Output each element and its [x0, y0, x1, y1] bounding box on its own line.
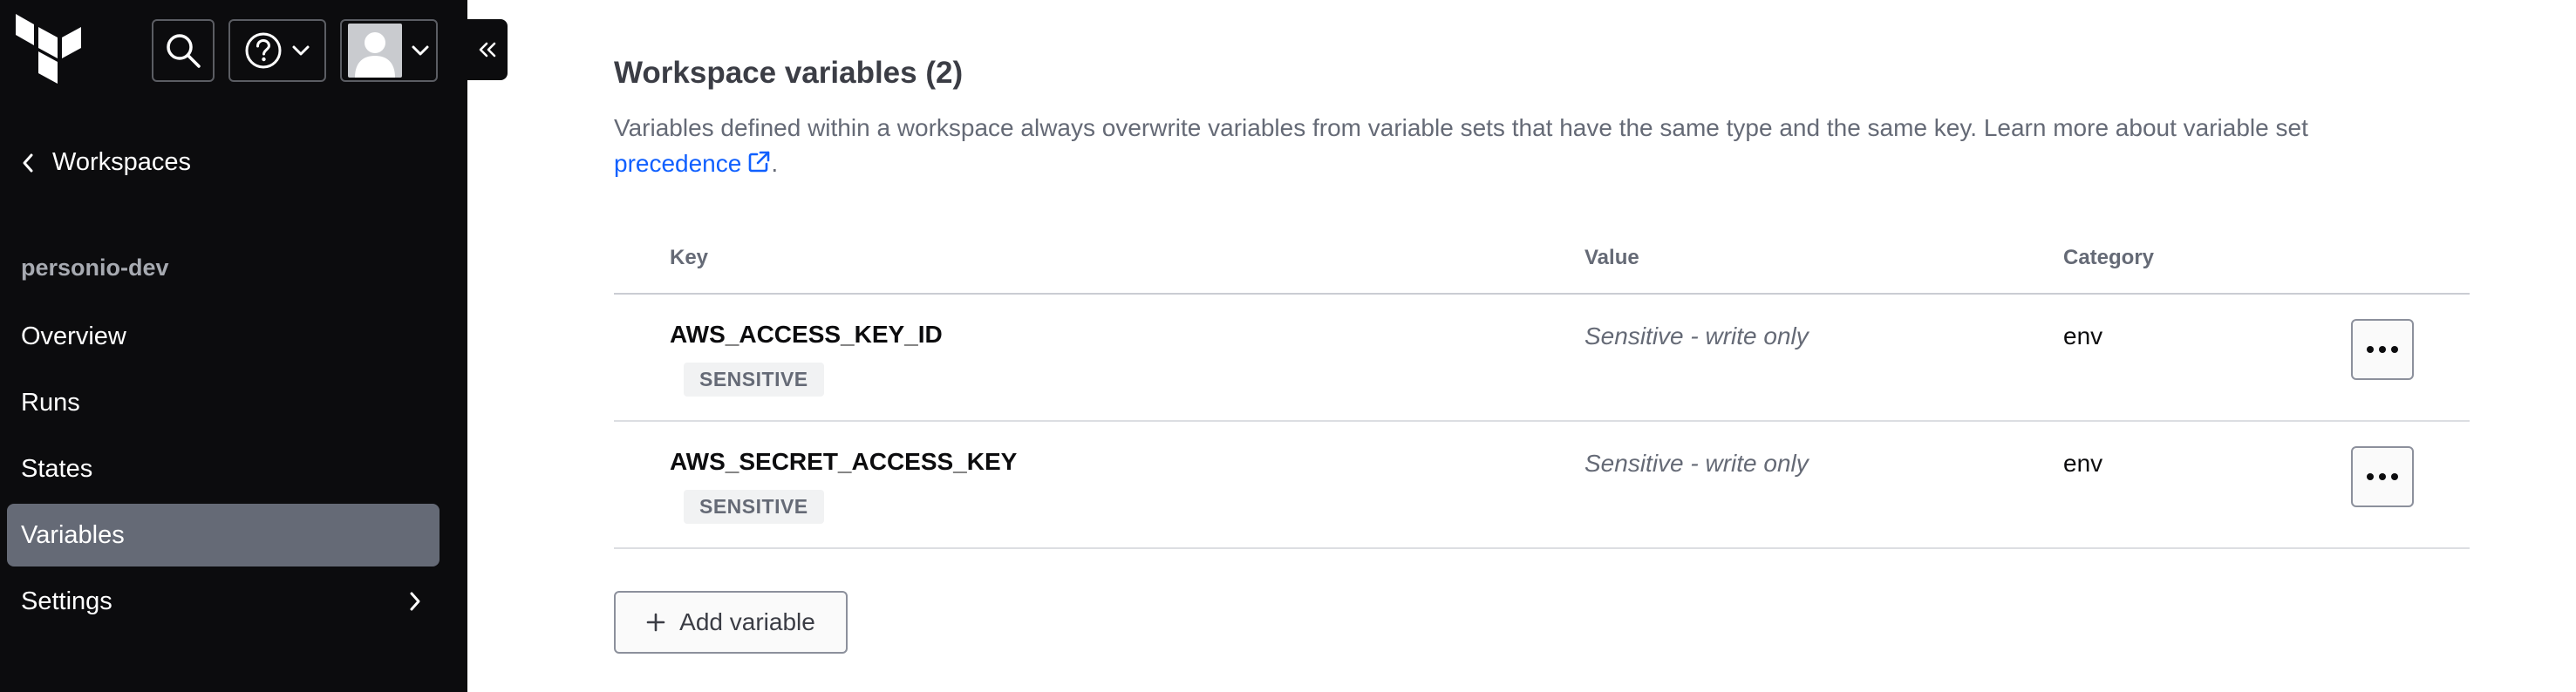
terraform-logo-icon[interactable]: [16, 14, 82, 85]
precedence-link[interactable]: precedence: [614, 150, 771, 177]
chevron-down-icon: [292, 45, 310, 56]
back-to-workspaces-link[interactable]: Workspaces: [21, 148, 191, 177]
sidebar-item-states[interactable]: States: [7, 438, 440, 500]
page-title: Workspace variables (2): [614, 56, 964, 90]
variable-category: env: [2063, 450, 2103, 477]
add-variable-button[interactable]: Add variable: [614, 591, 848, 654]
sidebar-item-runs[interactable]: Runs: [7, 371, 440, 434]
description-suffix: .: [771, 150, 779, 177]
chevron-left-icon: [23, 153, 33, 172]
sidebar-item-label: Settings: [21, 587, 112, 615]
double-chevron-left-icon: [479, 42, 496, 58]
precedence-link-label: precedence: [614, 150, 742, 177]
table-row: AWS_SECRET_ACCESS_KEY SENSITIVE Sensitiv…: [614, 422, 2470, 549]
description-text: Variables defined within a workspace alw…: [614, 114, 2308, 141]
more-horizontal-icon: [2367, 473, 2398, 480]
variable-key: AWS_SECRET_ACCESS_KEY: [670, 448, 1018, 475]
external-link-icon: [749, 151, 770, 173]
sidebar-item-variables[interactable]: Variables: [7, 504, 440, 566]
variable-value: Sensitive - write only: [1584, 450, 1809, 477]
sidebar-item-label: Overview: [21, 322, 126, 350]
sidebar-item-label: States: [21, 454, 93, 483]
sidebar-item-settings[interactable]: Settings: [7, 570, 440, 633]
help-menu-button[interactable]: [228, 19, 326, 82]
more-horizontal-icon: [2367, 346, 2398, 353]
sidebar-item-label: Runs: [21, 388, 80, 417]
workspace-name: personio-dev: [21, 254, 169, 281]
column-header-key: Key: [670, 246, 709, 269]
row-actions-button[interactable]: [2351, 319, 2414, 380]
sensitive-badge: SENSITIVE: [684, 363, 824, 397]
chevron-down-icon: [412, 45, 429, 56]
section-description: Variables defined within a workspace alw…: [614, 110, 2436, 181]
table-row: AWS_ACCESS_KEY_ID SENSITIVE Sensitive - …: [614, 295, 2470, 422]
variable-key: AWS_ACCESS_KEY_ID: [670, 321, 943, 348]
row-actions-button[interactable]: [2351, 446, 2414, 507]
variable-value: Sensitive - write only: [1584, 322, 1809, 349]
sidebar-item-label: Variables: [21, 520, 125, 549]
sensitive-badge: SENSITIVE: [684, 490, 824, 524]
sidebar-item-overview[interactable]: Overview: [7, 305, 440, 368]
search-icon: [167, 34, 201, 68]
user-menu-button[interactable]: [340, 19, 438, 82]
variables-table: Key Value Category AWS_ACCESS_KEY_ID SEN…: [614, 221, 2470, 549]
plus-icon: [646, 613, 665, 632]
variable-category: env: [2063, 322, 2103, 349]
add-variable-label: Add variable: [679, 608, 815, 635]
chevron-right-icon: [410, 592, 420, 611]
search-button[interactable]: [152, 19, 215, 82]
collapse-sidebar-button[interactable]: [467, 19, 508, 80]
table-header: Key Value Category: [614, 221, 2470, 295]
back-link-label: Workspaces: [52, 148, 192, 176]
column-header-value: Value: [1584, 246, 1639, 269]
user-avatar-icon: [348, 24, 402, 78]
column-header-category: Category: [2063, 246, 2155, 269]
help-circle-icon: [245, 32, 282, 69]
sidebar: Workspaces personio-dev Overview Runs St…: [0, 0, 467, 692]
